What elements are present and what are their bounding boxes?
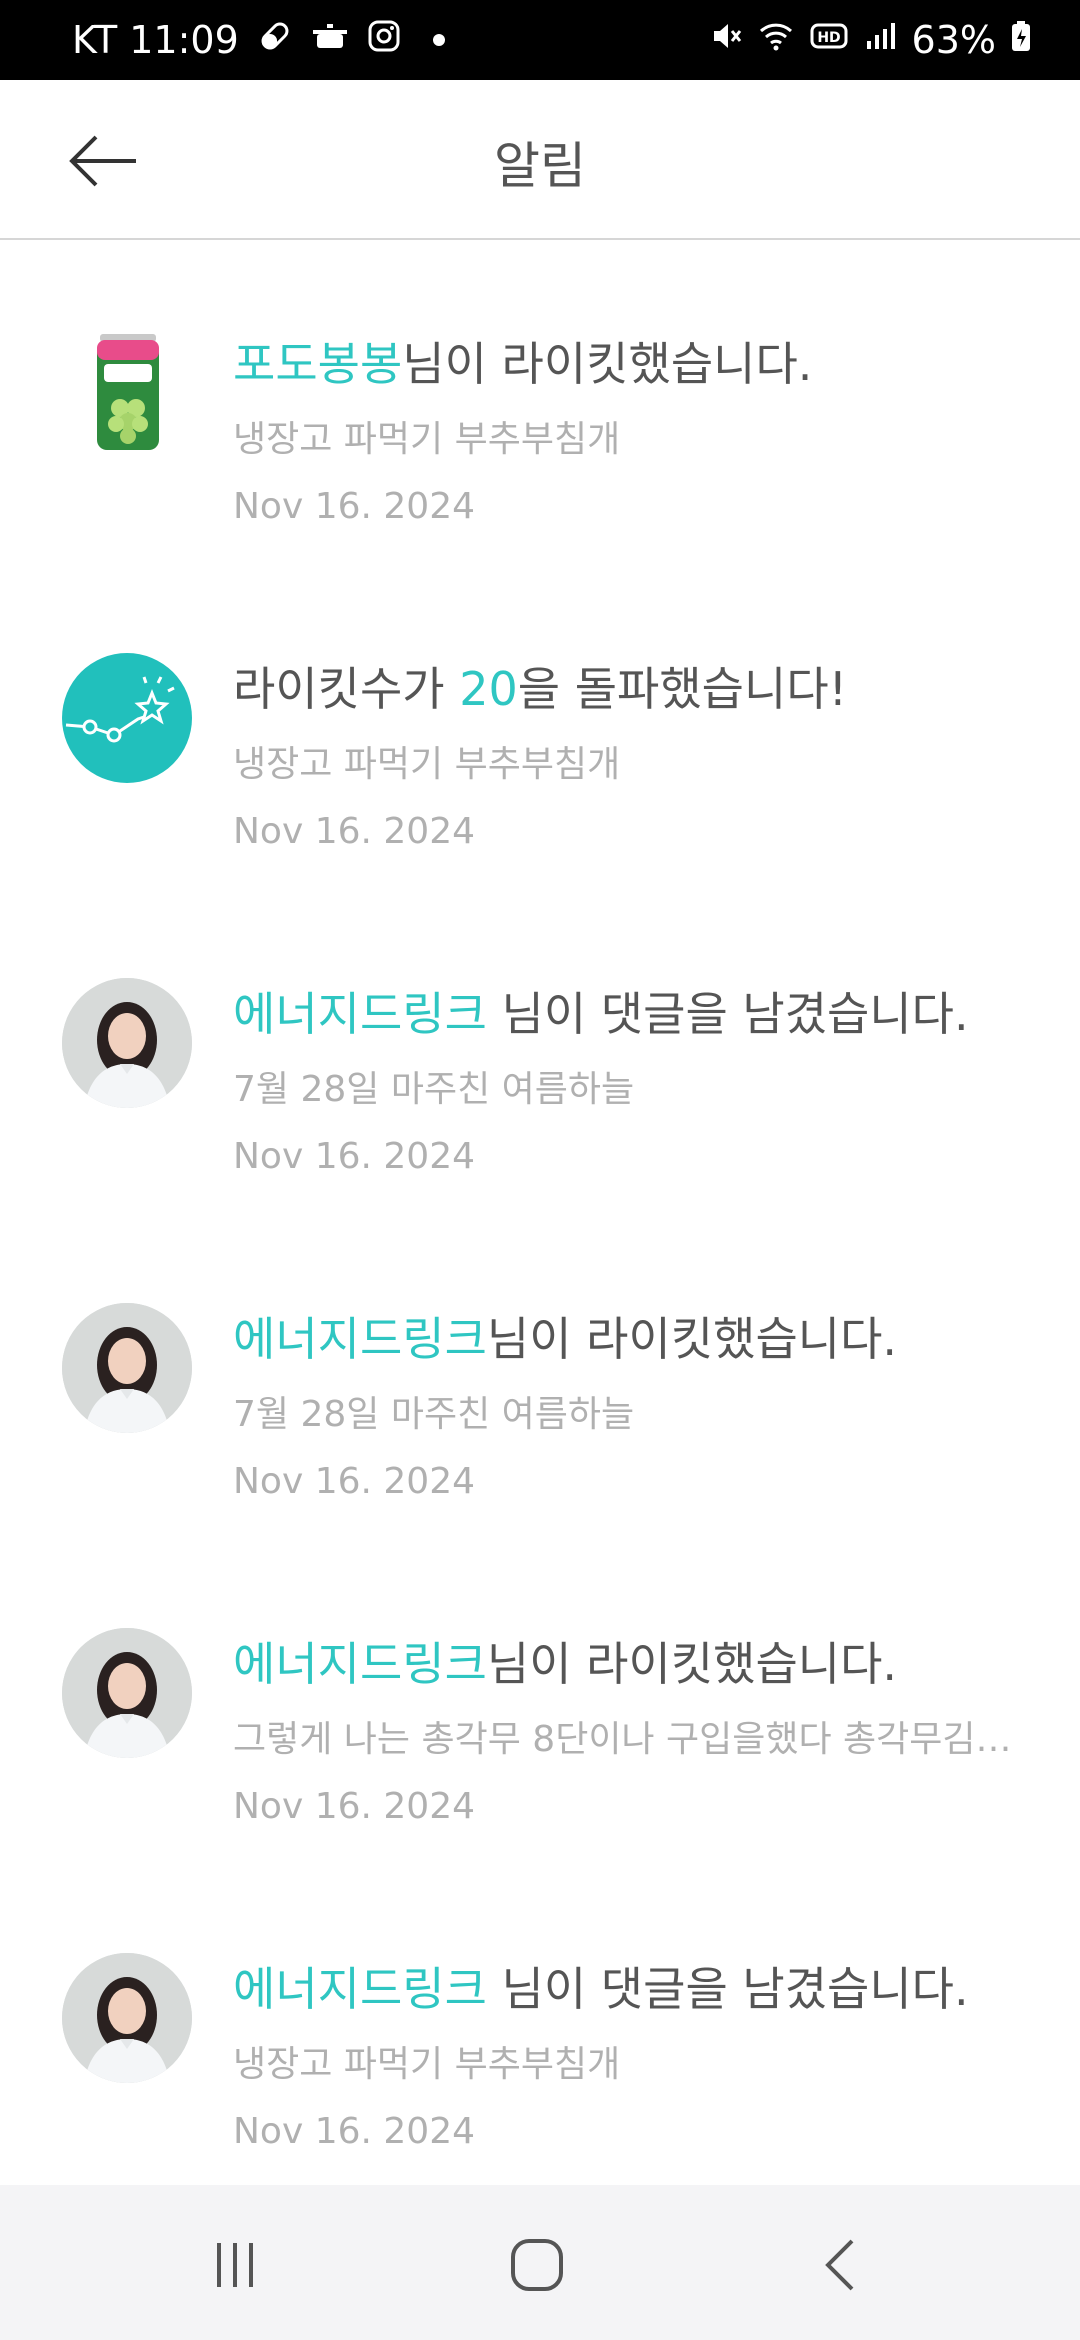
pill-icon <box>257 18 293 63</box>
notification-message: 에너지드링크님이 라이킷했습니다. <box>233 1303 1040 1369</box>
avatar <box>62 1953 192 2083</box>
like-count: 20 <box>459 662 518 716</box>
app-header: 알림 <box>0 80 1080 240</box>
post-title: 그렇게 나는 총각무 8단이나 구입을했다 총각무김치 담그기 <box>233 1719 1040 1760</box>
post-title: 냉장고 파먹기 부추부침개 <box>233 744 621 785</box>
notification-user[interactable]: 포도봉봉 <box>233 337 402 391</box>
notification-item[interactable]: 라이킷수가 20을 돌파했습니다! 냉장고 파먹기 부추부침개 Nov 16. … <box>0 653 1080 978</box>
status-bar: KT 11:09 HD 63% <box>0 0 1080 80</box>
recents-button[interactable] <box>190 2225 280 2305</box>
notification-message: 에너지드링크 님이 댓글을 남겼습니다. <box>233 1953 1040 2019</box>
notification-user[interactable]: 에너지드링크 <box>233 1962 487 2016</box>
page-title: 알림 <box>494 137 586 195</box>
svg-text:HD: HD <box>817 30 840 46</box>
milestone-badge-icon <box>62 653 192 783</box>
status-left: KT 11:09 <box>72 0 445 80</box>
cooking-pot-icon <box>311 18 349 63</box>
post-title: 냉장고 파먹기 부추부침개 <box>233 419 621 460</box>
notification-action: 을 돌파했습니다! <box>517 662 848 716</box>
system-nav-bar <box>0 2185 1080 2340</box>
notification-action: 님이 라이킷했습니다. <box>402 337 813 391</box>
notification-user[interactable]: 에너지드링크 <box>233 987 487 1041</box>
notification-date: Nov 16. 2024 <box>233 811 476 852</box>
recents-icon <box>217 2243 253 2287</box>
post-title: 7월 28일 마주친 여름하늘 <box>233 1069 635 1110</box>
wifi-icon <box>758 18 796 62</box>
battery-icon <box>1010 18 1032 62</box>
mute-icon <box>710 18 744 62</box>
notification-date: Nov 16. 2024 <box>233 1461 476 1502</box>
hd-icon: HD <box>810 18 850 62</box>
notification-date: Nov 16. 2024 <box>233 1136 476 1177</box>
battery-percent: 63% <box>911 18 996 62</box>
status-right: HD 63% <box>710 0 1032 80</box>
notification-item[interactable]: 에너지드링크님이 라이킷했습니다. 그렇게 나는 총각무 8단이나 구입을했다 … <box>0 1628 1080 1953</box>
notification-prefix: 라이킷수가 <box>233 662 460 716</box>
home-icon <box>511 2239 563 2291</box>
carrier-time: KT 11:09 <box>72 18 239 62</box>
post-title: 7월 28일 마주친 여름하늘 <box>233 1394 635 1435</box>
notification-message: 에너지드링크 님이 댓글을 남겼습니다. <box>233 978 1040 1044</box>
signal-icon <box>864 18 898 62</box>
notification-message: 포도봉봉님이 라이킷했습니다. <box>233 328 1040 394</box>
notification-user[interactable]: 에너지드링크 <box>233 1637 487 1691</box>
notification-item[interactable]: 에너지드링크 님이 댓글을 남겼습니다. 7월 28일 마주친 여름하늘 Nov… <box>0 978 1080 1303</box>
notification-item[interactable]: 에너지드링크님이 라이킷했습니다. 7월 28일 마주친 여름하늘 Nov 16… <box>0 1303 1080 1628</box>
notification-action: 님이 라이킷했습니다. <box>486 1637 898 1691</box>
back-chevron-icon <box>825 2239 854 2291</box>
notification-date: Nov 16. 2024 <box>233 486 476 527</box>
notification-date: Nov 16. 2024 <box>233 1786 476 1827</box>
nav-back-button[interactable] <box>797 2225 887 2305</box>
avatar <box>62 1303 192 1433</box>
notification-dot-icon <box>432 34 445 46</box>
home-button[interactable] <box>492 2225 582 2305</box>
notification-message: 에너지드링크님이 라이킷했습니다. <box>233 1628 1040 1694</box>
notification-action: 님이 댓글을 남겼습니다. <box>486 1962 969 2016</box>
notification-user[interactable]: 에너지드링크 <box>233 1312 487 1366</box>
post-title: 냉장고 파먹기 부추부침개 <box>233 2044 621 2085</box>
notification-message: 라이킷수가 20을 돌파했습니다! <box>233 653 1040 719</box>
notification-item[interactable]: 포도봉봉님이 라이킷했습니다. 냉장고 파먹기 부추부침개 Nov 16. 20… <box>0 328 1080 653</box>
avatar <box>62 978 192 1108</box>
instagram-icon <box>367 18 401 62</box>
notification-date: Nov 16. 2024 <box>233 2111 476 2152</box>
avatar <box>62 1628 192 1758</box>
grape-can-thumbnail <box>62 328 192 458</box>
notification-action: 님이 라이킷했습니다. <box>486 1312 898 1366</box>
notification-action: 님이 댓글을 남겼습니다. <box>486 987 969 1041</box>
